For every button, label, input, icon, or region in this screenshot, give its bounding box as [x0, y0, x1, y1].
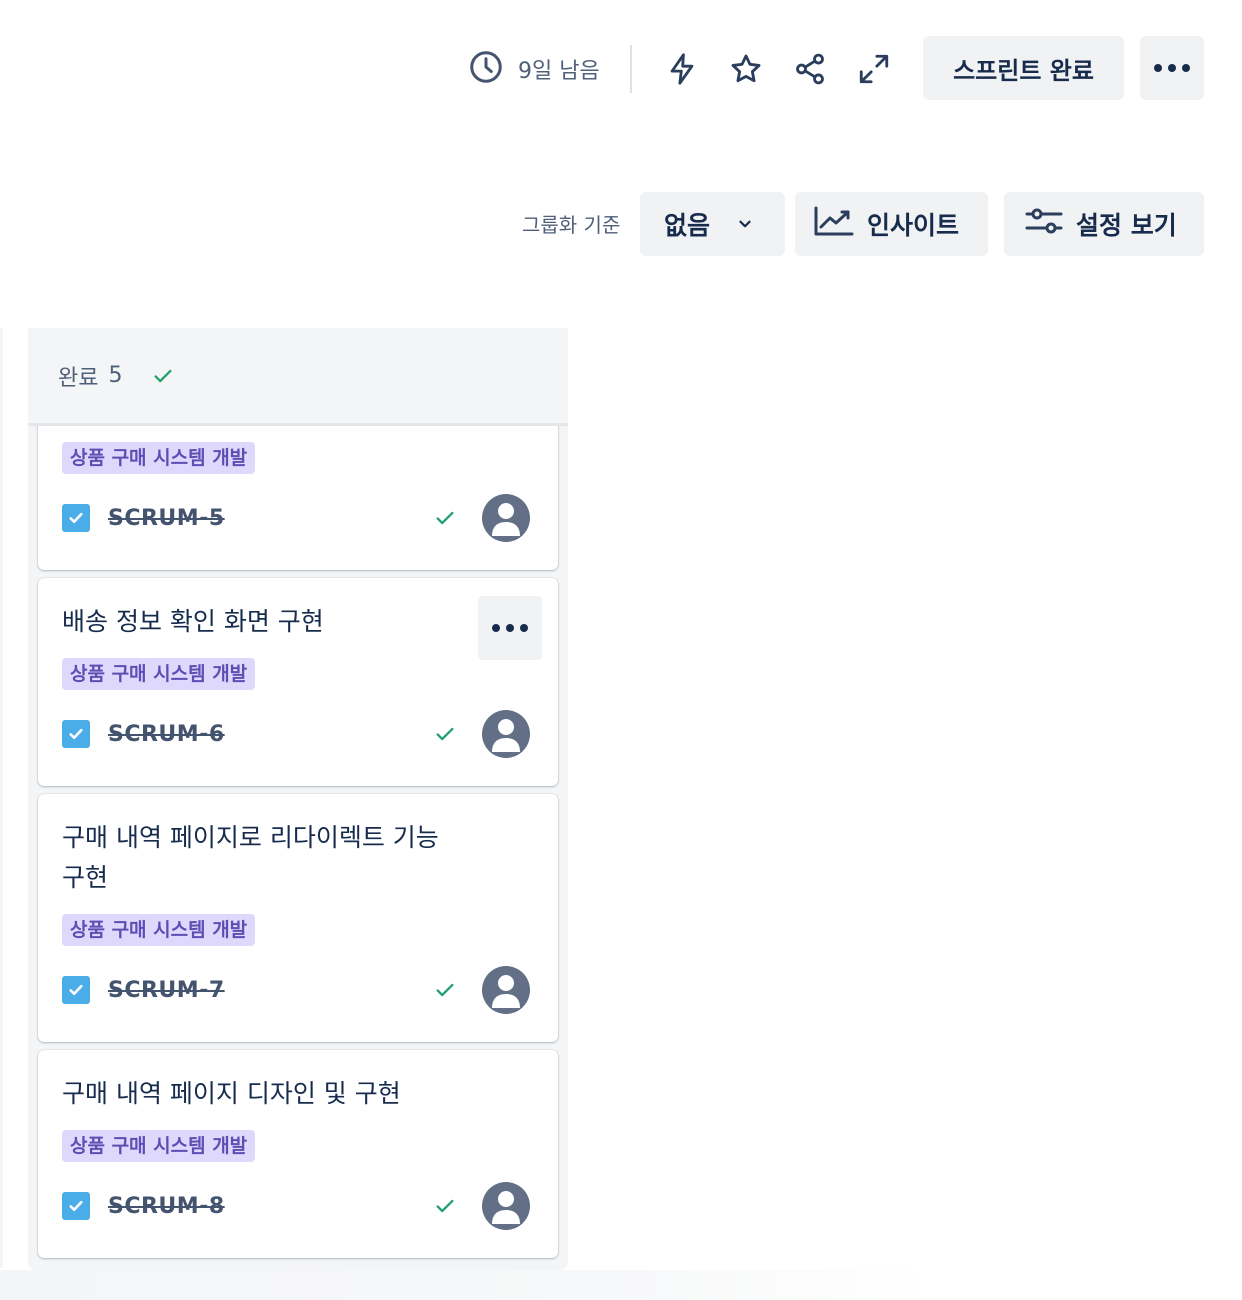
issue-card-scrum-7[interactable]: 구매 내역 페이지로 리다이렉트 기능 구현 상품 구매 시스템 개발 SCRU…	[38, 794, 558, 1042]
epic-label[interactable]: 상품 구매 시스템 개발	[62, 442, 256, 474]
time-remaining: 9일 남음	[468, 49, 600, 89]
assignee-avatar[interactable]	[482, 966, 530, 1014]
card-footer: SCRUM-7	[62, 966, 530, 1014]
task-checkbox-icon	[62, 504, 90, 532]
epic-label[interactable]: 상품 구매 시스템 개발	[62, 914, 256, 946]
column-header: 완료 5	[28, 328, 568, 426]
group-by-label: 그룹화 기준	[522, 213, 621, 237]
insight-button[interactable]: 인사이트	[795, 192, 988, 256]
more-icon	[1152, 59, 1192, 78]
card-footer: SCRUM-6	[62, 710, 530, 758]
done-check-icon	[434, 979, 456, 1001]
sprint-toolbar: 9일 남음 스프린트 완료	[460, 36, 1204, 102]
more-actions-button[interactable]	[1140, 36, 1204, 100]
previous-column-edge	[0, 328, 3, 1268]
epic-label[interactable]: 상품 구매 시스템 개발	[62, 658, 256, 690]
toolbar-divider	[629, 45, 632, 93]
chevron-down-icon	[736, 210, 754, 239]
automation-bolt-icon[interactable]	[662, 49, 702, 89]
column-count: 5	[108, 363, 123, 388]
insight-label: 인사이트	[867, 211, 960, 240]
task-checkbox-icon	[62, 720, 90, 748]
star-icon[interactable]	[726, 49, 766, 89]
time-remaining-text: 9일 남음	[518, 59, 600, 84]
card-title: 배송 정보 확인 화면 구현	[62, 607, 324, 636]
done-check-icon	[434, 507, 456, 529]
assignee-avatar[interactable]	[482, 494, 530, 542]
trend-chart-icon	[813, 205, 855, 243]
card-footer: SCRUM-5	[62, 494, 530, 542]
view-settings-button[interactable]: 설정 보기	[1004, 192, 1204, 256]
issue-key[interactable]: SCRUM-5	[108, 506, 225, 531]
settings-sliders-icon	[1024, 205, 1064, 243]
horizontal-scroll-shadow	[0, 1270, 1242, 1300]
more-icon	[490, 619, 530, 638]
issue-key[interactable]: SCRUM-8	[108, 1194, 225, 1219]
assignee-avatar[interactable]	[482, 710, 530, 758]
complete-sprint-button[interactable]: 스프린트 완료	[923, 36, 1124, 100]
done-check-icon	[434, 723, 456, 745]
assignee-avatar[interactable]	[482, 1182, 530, 1230]
card-footer: SCRUM-8	[62, 1182, 530, 1230]
done-check-icon	[434, 1195, 456, 1217]
column-title: 완료	[58, 365, 99, 391]
clock-icon	[468, 49, 504, 89]
card-title-line-2: 구현	[62, 863, 109, 892]
task-checkbox-icon	[62, 1192, 90, 1220]
view-settings-label: 설정 보기	[1076, 211, 1177, 240]
card-title: 구매 내역 페이지 디자인 및 구현	[62, 1079, 401, 1108]
task-checkbox-icon	[62, 976, 90, 1004]
card-more-button[interactable]	[478, 596, 542, 660]
issue-key[interactable]: SCRUM-7	[108, 978, 225, 1003]
column-done: 완료 5 상품 구매 시스템 개발 SCRUM-5 배송 정보 확인 화면 구현	[28, 328, 568, 1270]
epic-label[interactable]: 상품 구매 시스템 개발	[62, 1130, 256, 1162]
column-done-check-icon	[152, 365, 174, 387]
card-title: 구매 내역 페이지로 리다이렉트 기능 구현	[62, 818, 482, 898]
group-by-value: 없음	[664, 211, 711, 240]
card-title-line-1: 구매 내역 페이지로 리다이렉트 기능	[62, 823, 439, 852]
share-icon[interactable]	[790, 49, 830, 89]
issue-card-scrum-8[interactable]: 구매 내역 페이지 디자인 및 구현 상품 구매 시스템 개발 SCRUM-8	[38, 1050, 558, 1258]
issue-card-scrum-6[interactable]: 배송 정보 확인 화면 구현 상품 구매 시스템 개발 SCRUM-6	[38, 578, 558, 786]
fullscreen-icon[interactable]	[854, 49, 894, 89]
group-by-select[interactable]: 없음	[640, 192, 785, 256]
issue-key[interactable]: SCRUM-6	[108, 722, 225, 747]
